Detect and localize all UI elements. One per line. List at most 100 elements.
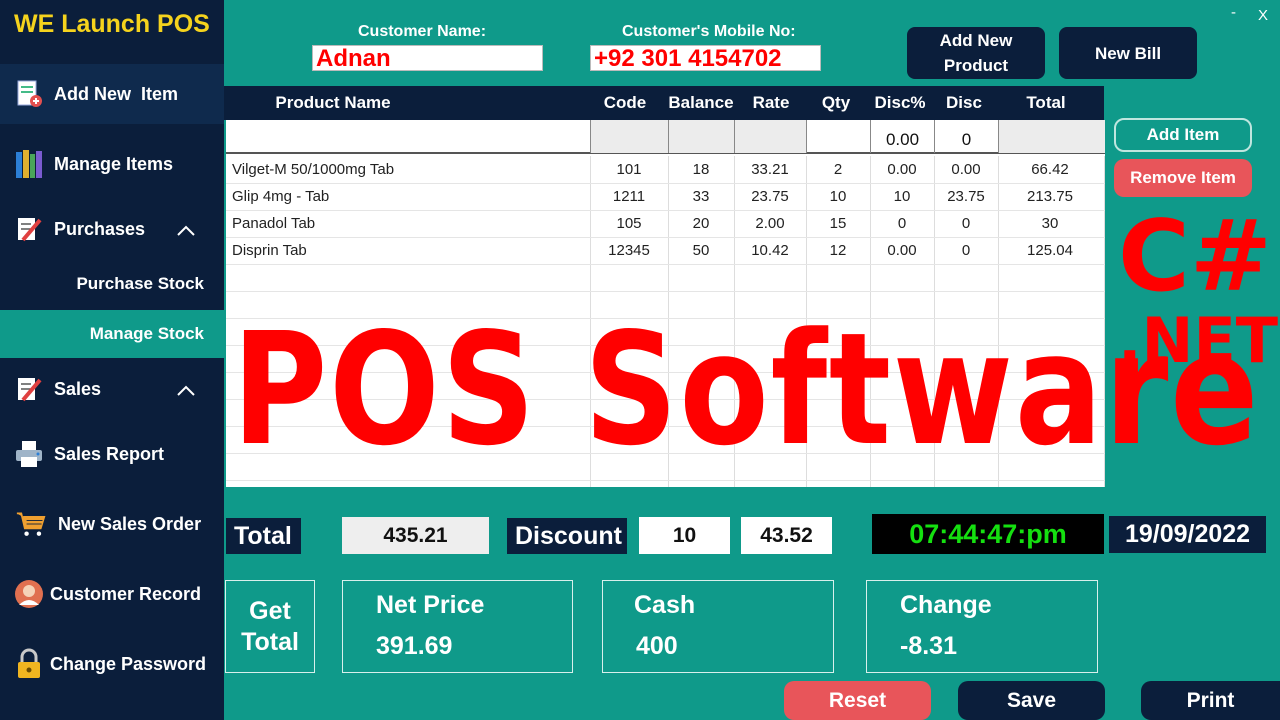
sidebar-item-sales[interactable]: Sales [0, 359, 224, 419]
sidebar-item-label: Purchases [54, 218, 146, 239]
customer-mobile-input[interactable]: +92 301 4154702 [590, 45, 821, 72]
add-item-button[interactable]: Add Item [1114, 118, 1252, 152]
table-cell[interactable]: 18 [668, 156, 734, 183]
table-cell[interactable]: 101 [590, 156, 668, 183]
net-price-label: Net Price [376, 591, 485, 619]
sidebar-item-new-sales-order[interactable]: New Sales Order [0, 494, 224, 554]
save-button[interactable]: Save [958, 681, 1105, 720]
table-cell[interactable]: 33.21 [734, 156, 806, 183]
table-cell[interactable]: 23.75 [734, 183, 806, 210]
balance-input[interactable] [668, 120, 734, 153]
column-header[interactable]: Disc [932, 93, 996, 113]
close-button[interactable]: X [1258, 7, 1268, 24]
sidebar-item-change-password[interactable]: Change Password [0, 634, 224, 694]
code-input[interactable] [590, 120, 668, 153]
table-cell[interactable]: 66.42 [998, 156, 1102, 183]
product-name-input[interactable] [226, 120, 590, 153]
cash-label: Cash [634, 591, 696, 619]
table-cell[interactable]: 125.04 [998, 237, 1102, 264]
sidebar-item-label: New Sales Order [58, 513, 202, 534]
sidebar-item-label: Sales [54, 378, 102, 399]
grid-line [226, 264, 1105, 265]
column-header[interactable]: Code [590, 93, 660, 113]
table-cell[interactable]: 12345 [590, 237, 668, 264]
cash-input[interactable]: 400 [636, 632, 678, 661]
column-header[interactable]: Total [996, 93, 1096, 113]
table-cell[interactable]: 0.00 [934, 156, 998, 183]
table-cell[interactable]: Glip 4mg - Tab [226, 183, 590, 210]
table-cell[interactable]: 50 [668, 237, 734, 264]
change-panel: Change -8.31 [866, 580, 1098, 673]
sidebar-item-label: Add New Item [54, 83, 179, 104]
table-cell[interactable]: 10 [870, 183, 934, 210]
discount-label: Discount [507, 518, 627, 554]
sidebar-item-manage-stock[interactable]: Manage Stock [0, 310, 224, 358]
table-cell[interactable]: 0 [870, 210, 934, 237]
sidebar-item-label: Manage Items [54, 153, 174, 174]
table-cell[interactable]: 30 [998, 210, 1102, 237]
sidebar-item-purchase-stock[interactable]: Purchase Stock [0, 260, 224, 308]
table-cell[interactable]: 20 [668, 210, 734, 237]
dotnet-overlay: .NET [1118, 304, 1279, 377]
customer-mobile-label: Customer's Mobile No: [622, 23, 796, 40]
sidebar-item-customer-record[interactable]: Customer Record [0, 564, 224, 624]
cash-panel: Cash 400 [602, 580, 834, 673]
table-cell[interactable]: 1211 [590, 183, 668, 210]
print-button[interactable]: Print [1141, 681, 1280, 720]
table-cell[interactable]: 23.75 [934, 183, 998, 210]
table-cell[interactable]: Disprin Tab [226, 237, 590, 264]
table-cell[interactable]: 10.42 [734, 237, 806, 264]
customer-name-label: Customer Name: [358, 23, 487, 40]
books-icon [14, 149, 44, 179]
customer-name-input[interactable]: Adnan [312, 45, 543, 72]
total-input[interactable] [998, 120, 1105, 153]
table-cell[interactable]: 0.00 [870, 156, 934, 183]
sidebar-item-label: Change Password [50, 653, 207, 674]
sidebar-item-add-new-item[interactable]: Add New Item [0, 64, 224, 124]
table-cell[interactable]: 105 [590, 210, 668, 237]
headline-overlay: POS Software [232, 299, 1261, 480]
total-value: 435.21 [342, 517, 489, 554]
table-cell[interactable]: 33 [668, 183, 734, 210]
new-bill-button[interactable]: New Bill [1059, 27, 1197, 79]
table-cell[interactable]: 2.00 [734, 210, 806, 237]
sidebar-item-manage-items[interactable]: Manage Items [0, 134, 224, 194]
discount-percent-input[interactable]: 10 [639, 517, 730, 554]
net-price-panel: Net Price 391.69 [342, 580, 573, 673]
table-cell[interactable]: 12 [806, 237, 870, 264]
reset-button[interactable]: Reset [784, 681, 931, 720]
table-cell[interactable]: Panadol Tab [226, 210, 590, 237]
column-header[interactable]: Product Name [224, 93, 442, 113]
table-cell[interactable]: 2 [806, 156, 870, 183]
table-cell[interactable]: 0 [934, 210, 998, 237]
remove-item-button[interactable]: Remove Item [1114, 159, 1252, 197]
disc-input[interactable]: 0 [934, 120, 998, 153]
table-cell[interactable]: 0 [934, 237, 998, 264]
sidebar-item-purchases[interactable]: Purchases [0, 199, 224, 259]
sidebar-item-sales-report[interactable]: Sales Report [0, 424, 224, 484]
table-cell[interactable]: 0.00 [870, 237, 934, 264]
minimize-button[interactable]: - [1231, 4, 1236, 21]
get-total-button[interactable]: Get Total [225, 580, 315, 673]
table-cell[interactable]: 213.75 [998, 183, 1102, 210]
rate-input[interactable] [734, 120, 806, 153]
csharp-overlay: C# [1118, 200, 1273, 314]
qty-input[interactable] [806, 120, 870, 153]
disc-pct-input[interactable]: 0.00 [870, 120, 934, 153]
add-new-product-button[interactable]: Add New Product [907, 27, 1045, 79]
chevron-up-icon[interactable] [176, 381, 196, 402]
entry-row: 0.00 0 [226, 120, 1105, 154]
column-header[interactable]: Rate [736, 93, 806, 113]
date-display: 19/09/2022 [1109, 516, 1266, 553]
column-header[interactable]: Balance [664, 93, 738, 113]
table-cell[interactable]: 15 [806, 210, 870, 237]
column-header[interactable]: Qty [804, 93, 868, 113]
lock-icon [14, 648, 44, 679]
table-cell[interactable]: Vilget-M 50/1000mg Tab [226, 156, 590, 183]
column-header[interactable]: Disc% [868, 93, 932, 113]
net-price-value: 391.69 [376, 632, 453, 660]
chevron-up-icon[interactable] [176, 221, 196, 242]
edit-form-icon [14, 374, 44, 404]
total-label: Total [226, 518, 301, 554]
table-cell[interactable]: 10 [806, 183, 870, 210]
